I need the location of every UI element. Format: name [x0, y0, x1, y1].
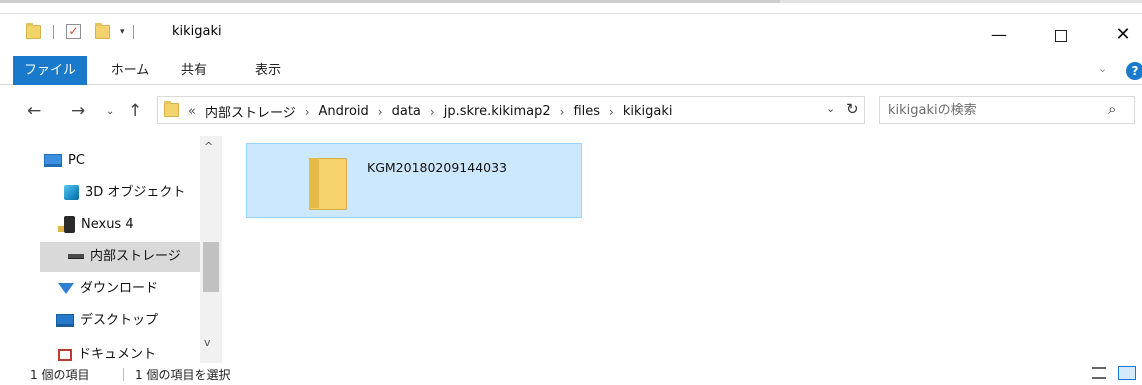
folder-icon: [164, 101, 179, 117]
download-icon: [58, 283, 74, 294]
address-history-dropdown[interactable]: ⌄: [826, 102, 835, 115]
breadcrumb-separator[interactable]: ›: [430, 105, 435, 119]
ribbon-tabs: ファイル ホーム 共有 表示 ⌄ ?: [0, 56, 1142, 85]
back-button[interactable]: ←: [27, 101, 41, 121]
up-button[interactable]: ↑: [128, 101, 142, 121]
scroll-up-button[interactable]: ^: [204, 140, 213, 153]
new-folder-icon[interactable]: [95, 22, 110, 39]
toolbar-separator: [132, 24, 134, 39]
breadcrumb-overflow[interactable]: «: [188, 104, 196, 119]
breadcrumb-separator[interactable]: ›: [560, 105, 565, 119]
forward-button[interactable]: →: [71, 101, 85, 121]
search-input[interactable]: [888, 101, 1088, 119]
3d-objects-icon: [64, 185, 79, 200]
breadcrumb-item[interactable]: data: [392, 104, 421, 119]
scroll-down-button[interactable]: v: [204, 336, 211, 349]
toolbar-separator: [53, 24, 54, 39]
file-name: KGM20180209144033: [367, 160, 508, 175]
folder-icon: [309, 158, 347, 210]
tree-item-label: 3D オブジェクト: [85, 185, 186, 200]
selected-count: 1 個の項目を選択: [135, 368, 231, 382]
item-count: 1 個の項目: [30, 368, 90, 382]
breadcrumb-item[interactable]: jp.skre.kikimap2: [444, 104, 551, 119]
properties-icon[interactable]: ✓: [66, 24, 81, 39]
expand-ribbon-icon[interactable]: ⌄: [1098, 62, 1107, 75]
tab-view[interactable]: 表示: [228, 56, 308, 85]
tree-item-label: ドキュメント: [78, 347, 157, 362]
quick-access-toolbar: ✓ ▾: [26, 22, 134, 39]
close-button[interactable]: ✕: [1100, 20, 1142, 50]
tree-item-nexus-4[interactable]: Nexus 4: [58, 210, 134, 240]
navigation-bar: ← → ⌄ ↑ « 内部ストレージ › Android › data › jp.…: [0, 86, 1142, 136]
breadcrumb-item[interactable]: files: [573, 104, 600, 119]
background-window-edge: [0, 0, 780, 3]
minimize-button[interactable]: —: [976, 20, 1022, 50]
tree-item-internal-storage[interactable]: 内部ストレージ: [40, 242, 200, 272]
refresh-icon[interactable]: ↻: [846, 100, 859, 118]
tree-item-desktop[interactable]: デスクトップ: [56, 306, 158, 336]
breadcrumb-item[interactable]: Android: [319, 104, 369, 119]
breadcrumb: « 内部ストレージ › Android › data › jp.skre.kik…: [188, 102, 672, 121]
desktop-icon: [56, 314, 74, 327]
tree-item-label: PC: [68, 153, 85, 168]
tree-item-label: デスクトップ: [80, 313, 159, 328]
tab-share[interactable]: 共有: [165, 56, 223, 85]
scrollbar-thumb[interactable]: [203, 242, 219, 292]
customize-toolbar-dropdown[interactable]: ▾: [120, 27, 125, 37]
tab-home[interactable]: ホーム: [100, 56, 160, 85]
file-list[interactable]: KGM20180209144033: [222, 136, 1142, 363]
window-title: kikigaki: [172, 24, 222, 39]
phone-icon: [58, 216, 75, 233]
drive-icon: [68, 254, 84, 259]
tab-file[interactable]: ファイル: [13, 56, 87, 85]
tree-item-label: ダウンロード: [80, 281, 159, 296]
search-icon[interactable]: ⌕: [1108, 100, 1116, 118]
tree-item-label: 内部ストレージ: [90, 249, 181, 264]
status-bar: 1 個の項目 1 個の項目を選択: [0, 363, 1142, 385]
background-window-edge-right: [780, 0, 1142, 3]
background-strip: [0, 0, 1142, 14]
tree-item-3d-objects[interactable]: 3D オブジェクト: [64, 178, 185, 208]
tree-item-pc[interactable]: PC: [44, 146, 85, 176]
documents-icon: [58, 348, 72, 361]
breadcrumb-separator[interactable]: ›: [305, 105, 310, 119]
maximize-icon: [1055, 29, 1067, 42]
title-bar: ✓ ▾ kikigaki — ✕: [0, 14, 1142, 56]
maximize-button[interactable]: [1038, 20, 1084, 50]
tree-item-documents[interactable]: ドキュメント: [58, 340, 156, 364]
breadcrumb-item[interactable]: 内部ストレージ: [205, 102, 296, 121]
pc-icon: [44, 154, 62, 167]
tree-item-downloads[interactable]: ダウンロード: [58, 274, 158, 304]
large-icons-view-icon[interactable]: [1118, 366, 1136, 380]
status-divider: [123, 368, 124, 381]
recent-locations-button[interactable]: ⌄: [106, 106, 114, 117]
help-icon[interactable]: ?: [1126, 62, 1142, 80]
breadcrumb-separator[interactable]: ›: [609, 105, 614, 119]
search-box[interactable]: ⌕: [879, 96, 1135, 124]
folder-icon: [26, 22, 41, 39]
navigation-pane: PC 3D オブジェクト Nexus 4 内部ストレージ ダウンロード デスクト…: [0, 136, 222, 363]
address-bar[interactable]: « 内部ストレージ › Android › data › jp.skre.kik…: [157, 96, 865, 124]
breadcrumb-item[interactable]: kikigaki: [623, 104, 673, 119]
breadcrumb-separator[interactable]: ›: [378, 105, 383, 119]
details-view-icon[interactable]: [1092, 367, 1106, 379]
tree-item-label: Nexus 4: [81, 217, 134, 232]
list-item[interactable]: KGM20180209144033: [246, 143, 582, 218]
